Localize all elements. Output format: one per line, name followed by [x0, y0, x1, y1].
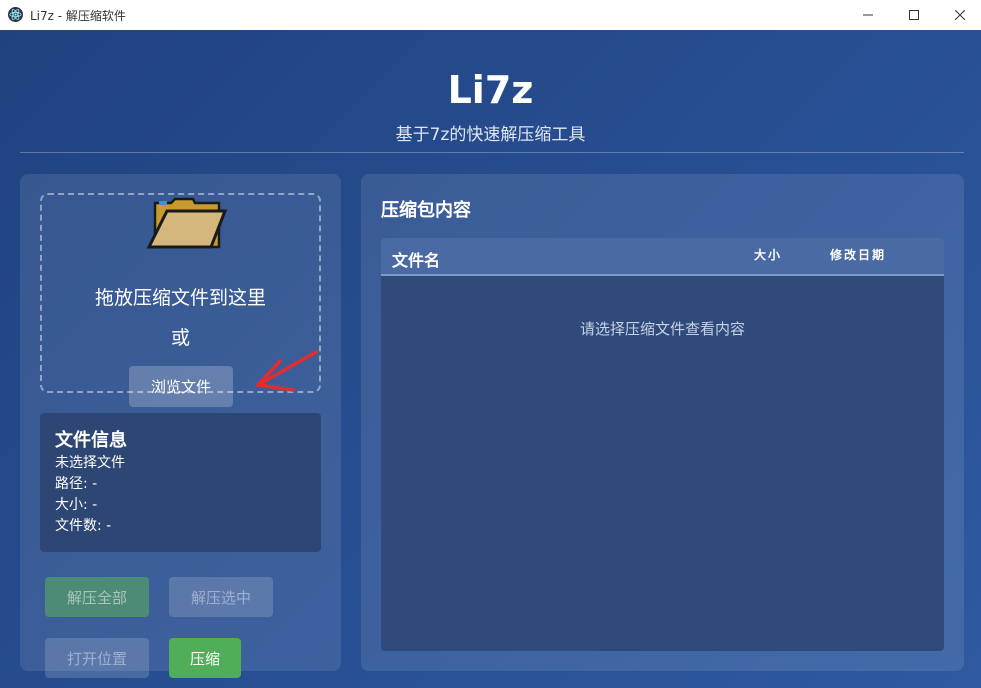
close-button[interactable] [937, 0, 981, 30]
minimize-icon [863, 14, 873, 16]
drop-prompt: 拖放压缩文件到这里 [94, 287, 266, 309]
file-info-path: 路径: - [55, 476, 98, 492]
maximize-button[interactable] [891, 0, 937, 30]
title-bar: Li7z - 解压缩软件 [0, 0, 981, 30]
archive-content-title: 压缩包内容 [381, 200, 471, 221]
browse-files-button[interactable]: 浏览文件 [129, 366, 233, 407]
column-header-date[interactable]: 修改日期 [830, 246, 886, 263]
header-divider [20, 152, 964, 153]
left-panel: 拖放压缩文件到这里 或 浏览文件 文件信息 未选择文件 路径: - 大小: - … [20, 174, 341, 678]
drop-zone[interactable]: 拖放压缩文件到这里 或 浏览文件 [40, 193, 321, 407]
compress-button[interactable]: 压缩 [169, 638, 241, 678]
app-icon [8, 7, 23, 22]
file-info-status: 未选择文件 [55, 455, 125, 471]
extract-selected-button[interactable]: 解压选中 [169, 577, 273, 617]
open-location-button[interactable]: 打开位置 [45, 638, 149, 678]
empty-message: 请选择压缩文件查看内容 [579, 320, 745, 338]
column-header-name[interactable]: 文件名 [392, 247, 440, 271]
main-area: Li7z 基于7z的快速解压缩工具 拖放压缩文件到这里 或 浏览文件 文件信息 … [0, 30, 981, 688]
app-name: Li7z [447, 68, 534, 112]
close-icon [955, 10, 965, 20]
window-title: Li7z - 解压缩软件 [30, 9, 126, 23]
archive-content-panel: 压缩包内容 文件名 大小 修改日期 请选择压缩文件查看内容 [361, 174, 964, 671]
minimize-button[interactable] [845, 0, 891, 30]
file-info-panel: 文件信息 未选择文件 路径: - 大小: - 文件数: - [40, 413, 321, 552]
archive-table: 文件名 大小 修改日期 请选择压缩文件查看内容 [381, 238, 944, 651]
maximize-icon [909, 10, 919, 20]
folder-icon [146, 197, 227, 249]
table-header: 文件名 大小 修改日期 [381, 238, 944, 276]
file-info-count: 文件数: - [55, 518, 112, 534]
extract-all-button[interactable]: 解压全部 [45, 577, 149, 617]
app-subtitle: 基于7z的快速解压缩工具 [395, 125, 586, 145]
file-info-size: 大小: - [55, 497, 98, 513]
file-info-title: 文件信息 [55, 430, 127, 451]
column-header-size[interactable]: 大小 [754, 246, 782, 263]
annotation-arrow-icon [256, 350, 318, 392]
